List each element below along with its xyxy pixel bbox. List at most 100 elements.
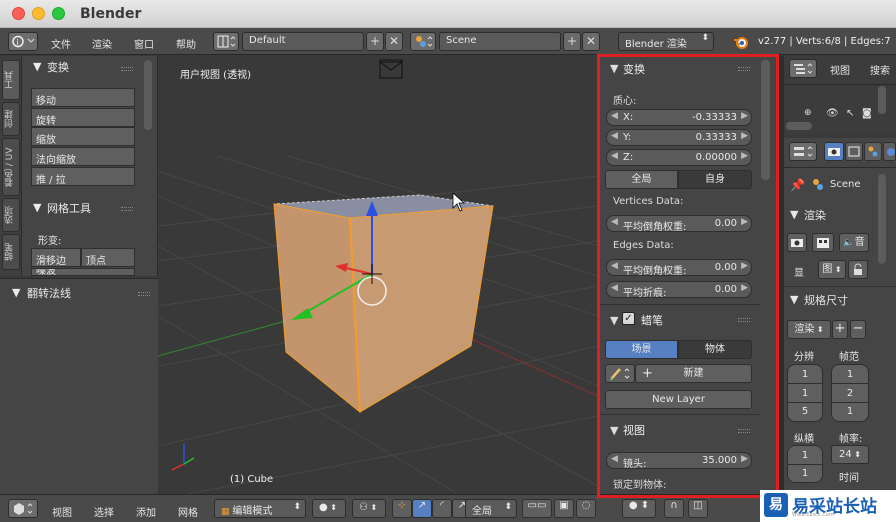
scene-tab-icon[interactable]: [864, 142, 882, 161]
shading-dropdown[interactable]: ● ⬍: [312, 499, 346, 518]
proportional-edit-icon[interactable]: ◌: [576, 499, 596, 518]
scene-selector-icon[interactable]: [410, 32, 436, 51]
rotate-button[interactable]: 旋转: [31, 108, 135, 127]
outliner-scrollbar[interactable]: [878, 86, 886, 114]
tab-shading-uv[interactable]: 着色 / UV: [2, 138, 20, 196]
menu-view[interactable]: 视图: [52, 504, 72, 519]
display-mode-dropdown[interactable]: 图 ⬍: [818, 260, 846, 279]
grease-pencil-arrow[interactable]: ▼: [610, 314, 618, 327]
add-layout-button[interactable]: +: [366, 32, 384, 51]
tab-options[interactable]: 选项: [2, 198, 20, 232]
noise-button[interactable]: 噪波: [31, 268, 135, 276]
frame-step-field[interactable]: 1: [832, 403, 868, 421]
edge-crease-field[interactable]: ◀ 平均折痕: 0.00 ▶: [606, 281, 752, 299]
scene-field[interactable]: Scene: [439, 32, 561, 51]
render-preview-icon[interactable]: ◫: [688, 499, 708, 518]
mesh-tools-arrow[interactable]: ▼: [33, 201, 41, 214]
resolution-percent-field[interactable]: 5: [788, 403, 822, 421]
panel-grip-icon[interactable]: [121, 207, 133, 211]
panel-grip-icon[interactable]: [738, 429, 750, 433]
orientation-dropdown[interactable]: 全局 ⬍: [465, 499, 517, 518]
menu-mesh[interactable]: 网格: [178, 504, 198, 519]
grease-object-button[interactable]: 物体: [678, 340, 752, 359]
rotate-manipulator-icon[interactable]: ◜: [432, 499, 452, 518]
snap-dropdown[interactable]: ● ⬍: [622, 499, 656, 518]
render-audio-button[interactable]: 🔈音: [839, 233, 869, 252]
operator-panel-arrow[interactable]: ▼: [12, 286, 20, 299]
n-transform-arrow[interactable]: ▼: [610, 62, 618, 75]
edge-bevel-weight-field[interactable]: ◀ 平均倒角权重: 0.00 ▶: [606, 259, 752, 277]
screen-layout-icon[interactable]: [213, 32, 239, 51]
grease-pencil-checkbox[interactable]: ✓: [622, 312, 635, 325]
remove-layout-button[interactable]: ✕: [385, 32, 403, 51]
editor-type-3d-icon[interactable]: [8, 499, 38, 518]
snap-magnet-icon[interactable]: ∩: [664, 499, 684, 518]
render-animation-button[interactable]: [812, 233, 834, 252]
mode-dropdown[interactable]: ▦ 编辑模式 ⬍: [214, 499, 306, 518]
move-button[interactable]: 移动: [31, 88, 135, 107]
outliner-h-scrollbar[interactable]: [786, 122, 812, 130]
tab-grease-pencil[interactable]: 蜡笔: [2, 234, 20, 270]
add-scene-button[interactable]: +: [563, 32, 581, 51]
edge-slide-button[interactable]: 滑移边: [31, 248, 81, 267]
frame-rate-dropdown[interactable]: 24 ⬍: [831, 445, 869, 464]
median-x-field[interactable]: ◀ X: -0.33333 ▶: [606, 109, 752, 126]
add-preset-button[interactable]: +: [832, 320, 848, 339]
visibility-eye-icon[interactable]: 👁: [826, 108, 839, 119]
grease-scene-button[interactable]: 场景: [605, 340, 678, 359]
cube-left-face[interactable]: [273, 203, 361, 414]
properties-editor-scrollbar[interactable]: [878, 174, 886, 264]
3d-viewport[interactable]: 用户视图 (透视) (1) Cube: [158, 56, 598, 494]
transform-panel-arrow[interactable]: ▼: [33, 60, 41, 73]
vertex-bevel-weight-field[interactable]: ◀ 平均倒角权重: 0.00 ▶: [606, 215, 752, 233]
resolution-fields[interactable]: 1 1 5: [787, 364, 823, 422]
manipulator-toggle-icon[interactable]: ⊹: [392, 499, 412, 518]
aspect-y-field[interactable]: 1: [788, 465, 822, 483]
shrink-fatten-button[interactable]: 法向缩放: [31, 147, 135, 166]
menu-add[interactable]: 添加: [136, 504, 156, 519]
median-z-field[interactable]: ◀ Z: 0.00000 ▶: [606, 149, 752, 166]
render-layers-icon[interactable]: [845, 142, 863, 161]
world-tab-icon[interactable]: [883, 142, 896, 161]
aspect-x-field[interactable]: 1: [788, 446, 822, 465]
tab-tools[interactable]: 工具: [2, 60, 20, 100]
zoom-window-button[interactable]: [52, 7, 65, 20]
local-space-button[interactable]: 自身: [678, 170, 752, 189]
outliner-search-menu[interactable]: 搜索: [870, 62, 890, 77]
layers-icon[interactable]: ▭▭: [522, 499, 552, 518]
resolution-x-field[interactable]: 1: [788, 365, 822, 384]
screen-layout-field[interactable]: Default: [242, 32, 364, 51]
panel-grip-icon[interactable]: [738, 318, 750, 322]
tab-create[interactable]: 创建: [2, 102, 20, 136]
lock-interface-icon[interactable]: [848, 260, 868, 279]
minimize-window-button[interactable]: [32, 7, 45, 20]
properties-scrollbar[interactable]: [761, 60, 770, 180]
expand-icon[interactable]: ⊕: [804, 108, 812, 118]
translate-manipulator-icon[interactable]: ↗: [412, 499, 432, 518]
select-arrow-icon[interactable]: ↖: [846, 108, 854, 119]
dimensions-panel-arrow[interactable]: ▼: [790, 293, 798, 306]
frame-start-field[interactable]: 1: [832, 365, 868, 384]
resolution-y-field[interactable]: 1: [788, 384, 822, 403]
scale-button[interactable]: 缩放: [31, 127, 135, 146]
pencil-data-icon[interactable]: [605, 364, 635, 383]
tool-shelf-scrollbar[interactable]: [144, 60, 152, 130]
editor-type-info-icon[interactable]: i: [8, 32, 38, 51]
panel-grip-icon[interactable]: [738, 67, 750, 71]
menu-select[interactable]: 选择: [94, 504, 114, 519]
frame-range-fields[interactable]: 1 2 1: [831, 364, 869, 422]
push-pull-button[interactable]: 推 / 拉: [31, 167, 135, 186]
render-camera-icon[interactable]: ◙: [862, 108, 872, 119]
menu-render[interactable]: 渲染: [92, 36, 112, 51]
view-panel-arrow[interactable]: ▼: [610, 424, 618, 437]
global-space-button[interactable]: 全局: [605, 170, 678, 189]
outliner-editor-icon[interactable]: [789, 59, 817, 78]
remove-preset-button[interactable]: −: [850, 320, 866, 339]
outliner-view-menu[interactable]: 视图: [830, 62, 850, 77]
pin-icon[interactable]: 📌: [790, 178, 805, 192]
render-tab-camera-icon[interactable]: [824, 142, 844, 161]
aspect-fields[interactable]: 1 1: [787, 445, 823, 483]
menu-help[interactable]: 帮助: [176, 36, 196, 51]
close-window-button[interactable]: [12, 7, 25, 20]
pivot-dropdown[interactable]: ⚇ ⬍: [352, 499, 386, 518]
